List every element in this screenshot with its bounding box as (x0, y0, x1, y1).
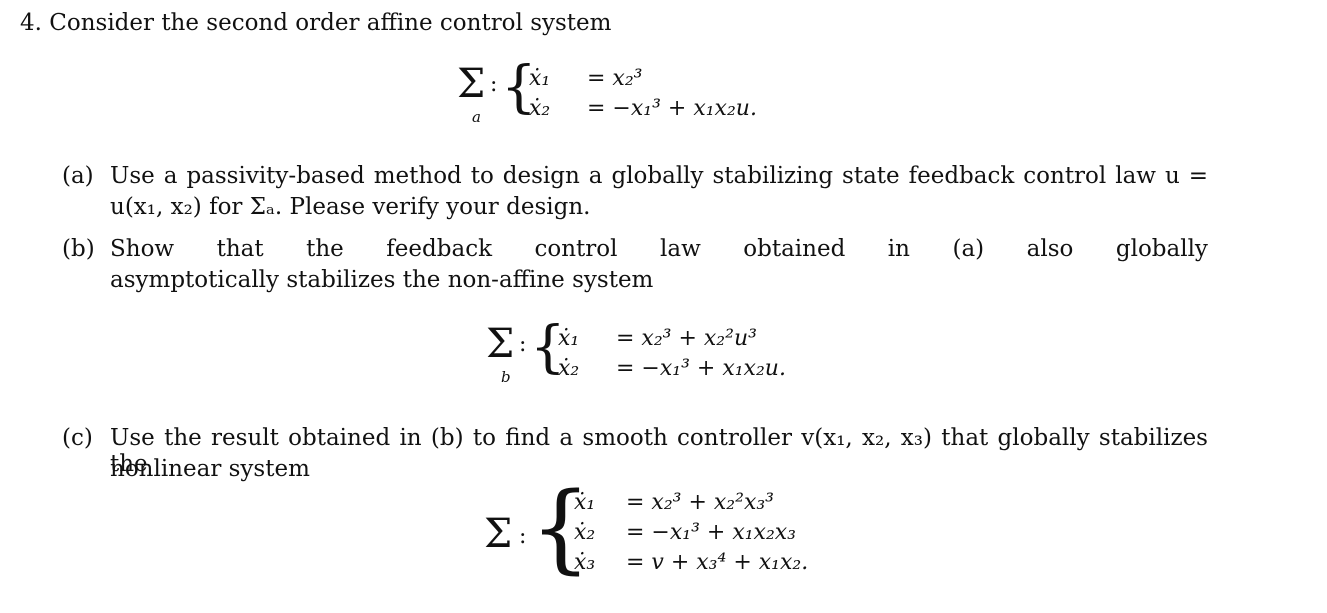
equation-rhs: = −x₁³ + x₁x₂x₃ (626, 520, 797, 545)
sigma-symbol: Σ (457, 61, 486, 107)
equation-table: ẋ₁ = x₂³ + x₂²x₃³ ẋ₂ = −x₁³ + x₁x₂x₃ ẋ₃ … (574, 488, 814, 578)
equation-rhs: = x₂³ + x₂²x₃³ (626, 490, 774, 515)
part-c-marker: (c) (62, 425, 93, 451)
equation-lhs: ẋ₂ (558, 356, 580, 381)
part-b-line1: Show that the feedback control law obtai… (110, 236, 1208, 262)
equation-row: ẋ₁ = x₂³ + x₂²u³ (558, 324, 792, 354)
system-c: Σ : { ẋ₁ = x₂³ + x₂²x₃³ ẋ₂ = −x₁³ + x₁x₂… (484, 480, 844, 594)
equation-table: ẋ₁ = x₂³ + x₂²u³ ẋ₂ = −x₁³ + x₁x₂u. (558, 324, 792, 384)
word: law (660, 236, 701, 262)
equation-lhs: ẋ₁ (558, 326, 580, 351)
word: in (887, 236, 910, 262)
word: (a) (952, 236, 985, 262)
equation-lhs: ẋ₂ (529, 96, 551, 121)
word: that (216, 236, 264, 262)
equation-lhs: ẋ₁ (574, 490, 596, 515)
system-a: Σ a : { ẋ₁ = x₂³ ẋ₂ = −x₁³ + x₁x₂u. (457, 58, 797, 138)
equation-rhs: = −x₁³ + x₁x₂u. (616, 356, 786, 381)
equation-lhs: ẋ₁ (529, 66, 551, 91)
equation-row: ẋ₁ = x₂³ + x₂²x₃³ (574, 488, 814, 518)
sigma-subscript: b (501, 368, 511, 386)
equation-row: ẋ₂ = −x₁³ + x₁x₂x₃ (574, 518, 814, 548)
equation-row: ẋ₃ = v + x₃⁴ + x₁x₂. (574, 548, 814, 578)
equation-row: ẋ₂ = −x₁³ + x₁x₂u. (558, 354, 792, 384)
equation-table: ẋ₁ = x₂³ ẋ₂ = −x₁³ + x₁x₂u. (529, 64, 763, 124)
word: the (306, 236, 344, 262)
colon: : (490, 72, 498, 97)
word: Show (110, 236, 175, 262)
equation-rhs: = x₂³ + x₂²u³ (616, 326, 757, 351)
equation-rhs: = −x₁³ + x₁x₂u. (587, 96, 757, 121)
word: also (1026, 236, 1074, 262)
equation-lhs: ẋ₃ (574, 550, 596, 575)
sigma-symbol: Σ (484, 511, 513, 557)
word: feedback (386, 236, 493, 262)
part-a-line2: u(x₁, x₂) for Σₐ. Please verify your des… (110, 194, 591, 220)
sigma-symbol: Σ (486, 321, 515, 367)
sigma-subscript: a (472, 108, 481, 126)
colon: : (519, 524, 527, 549)
system-b: Σ b : { ẋ₁ = x₂³ + x₂²u³ ẋ₂ = −x₁³ + x₁x… (486, 318, 826, 398)
part-b-line2: asymptotically stabilizes the non-affine… (110, 267, 654, 293)
equation-lhs: ẋ₂ (574, 520, 596, 545)
word: globally (1115, 236, 1208, 262)
equation-row: ẋ₁ = x₂³ (529, 64, 763, 94)
word: control (534, 236, 618, 262)
part-b-marker: (b) (62, 236, 95, 262)
colon: : (519, 332, 527, 357)
part-a-line1: Use a passivity-based method to design a… (110, 163, 1208, 189)
part-a-marker: (a) (62, 163, 94, 189)
equation-rhs: = x₂³ (587, 66, 643, 91)
problem-heading: 4. Consider the second order affine cont… (20, 10, 612, 36)
equation-row: ẋ₂ = −x₁³ + x₁x₂u. (529, 94, 763, 124)
part-c-line2: nonlinear system (110, 456, 310, 482)
equation-rhs: = v + x₃⁴ + x₁x₂. (626, 550, 809, 575)
word: obtained (743, 236, 846, 262)
